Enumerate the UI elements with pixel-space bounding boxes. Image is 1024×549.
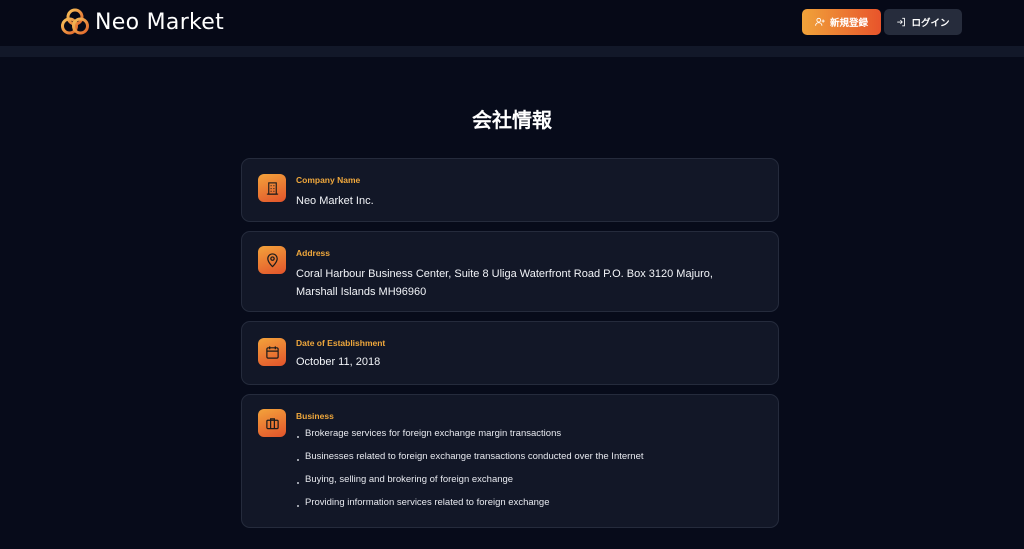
map-pin-icon: [266, 252, 278, 267]
header-divider: [0, 46, 1024, 57]
date-icon-badge: [258, 338, 286, 366]
address-icon-badge: [258, 246, 286, 274]
register-button[interactable]: 新規登録: [802, 9, 881, 35]
login-label: ログイン: [911, 18, 950, 29]
trinity-knot-logo-icon: [61, 8, 89, 35]
brand-logo[interactable]: Neo Market: [59, 6, 224, 38]
user-plus-icon: [815, 17, 825, 26]
login-button[interactable]: ログイン: [884, 9, 962, 35]
business-item: Brokerage services for foreign exchange …: [296, 428, 644, 451]
address-value: Coral Harbour Business Center, Suite 8 U…: [296, 268, 713, 298]
company-icon-badge: [258, 174, 286, 202]
company-name-value: Neo Market Inc.: [296, 195, 374, 207]
company-name-label: Company Name: [296, 175, 361, 185]
business-item: Businesses related to foreign exchange t…: [296, 451, 644, 474]
business-item: Providing information services related t…: [296, 497, 644, 520]
establishment-date-card: Date of Establishment October 11, 2018: [241, 321, 779, 385]
calendar-icon: [265, 345, 279, 359]
address-card: Address Coral Harbour Business Center, S…: [241, 231, 779, 312]
address-label: Address: [296, 248, 331, 258]
business-item: Buying, selling and brokering of foreign…: [296, 474, 644, 497]
building-icon: [266, 181, 278, 195]
page-title: 会社情報: [472, 110, 552, 132]
login-arrow-icon: [897, 17, 906, 27]
briefcase-icon: [265, 417, 279, 429]
business-card: Business Brokerage services for foreign …: [241, 394, 779, 528]
brand-name: Neo Market: [95, 9, 225, 35]
company-name-card: Company Name Neo Market Inc.: [241, 158, 779, 222]
establishment-date-value: October 11, 2018: [296, 356, 381, 368]
business-icon-badge: [258, 409, 286, 437]
business-list: Brokerage services for foreign exchange …: [296, 428, 644, 520]
establishment-date-label: Date of Establishment: [296, 338, 386, 348]
register-label: 新規登録: [829, 18, 868, 29]
business-label: Business: [296, 411, 334, 421]
site-header: Neo Market 新規登録 ログイン: [0, 0, 1024, 46]
